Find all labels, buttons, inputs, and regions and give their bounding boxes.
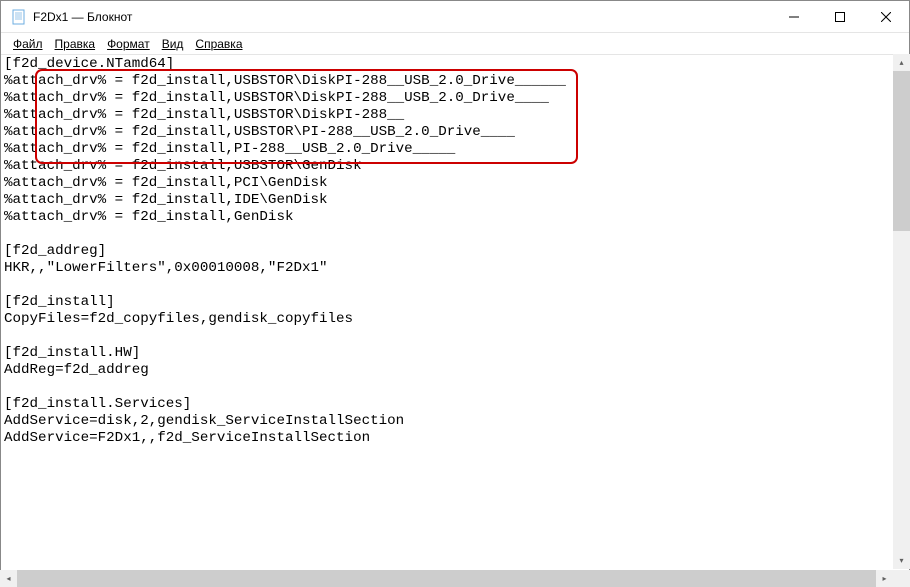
vertical-scroll-thumb[interactable]	[893, 71, 910, 231]
menu-edit[interactable]: Правка	[49, 35, 102, 53]
scroll-right-arrow-icon[interactable]: ▸	[876, 570, 893, 587]
window-controls	[771, 1, 909, 32]
menubar: Файл Правка Формат Вид Справка	[1, 33, 909, 55]
menu-file[interactable]: Файл	[7, 35, 49, 53]
horizontal-scrollbar[interactable]: ◂ ▸	[0, 570, 893, 587]
window-titlebar: F2Dx1 — Блокнот	[1, 1, 909, 33]
window-title: F2Dx1 — Блокнот	[33, 10, 771, 24]
close-button[interactable]	[863, 1, 909, 32]
minimize-button[interactable]	[771, 1, 817, 32]
horizontal-scroll-thumb[interactable]	[17, 570, 876, 587]
menu-help[interactable]: Справка	[189, 35, 248, 53]
app-icon	[11, 9, 27, 25]
menu-view[interactable]: Вид	[156, 35, 190, 53]
scroll-left-arrow-icon[interactable]: ◂	[0, 570, 17, 587]
scroll-down-arrow-icon[interactable]: ▾	[893, 552, 910, 569]
scroll-corner	[893, 570, 910, 587]
editor-area: [f2d_device.NTamd64] %attach_drv% = f2d_…	[1, 55, 909, 568]
editor-text[interactable]: [f2d_device.NTamd64] %attach_drv% = f2d_…	[1, 55, 909, 568]
vertical-scrollbar[interactable]: ▴ ▾	[893, 54, 910, 569]
scroll-up-arrow-icon[interactable]: ▴	[893, 54, 910, 71]
maximize-button[interactable]	[817, 1, 863, 32]
menu-format[interactable]: Формат	[101, 35, 156, 53]
